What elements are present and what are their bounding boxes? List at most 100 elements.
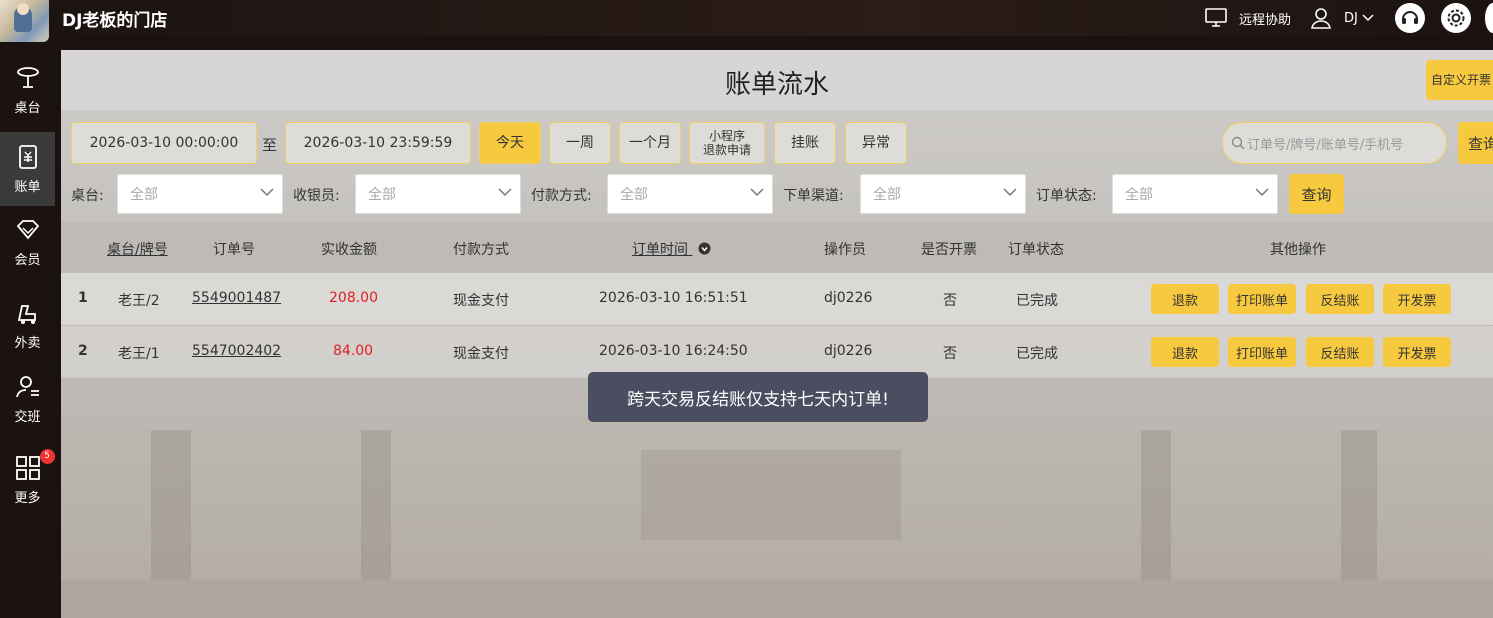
- search-input[interactable]: 订单号/牌号/账单号/手机号: [1222, 122, 1447, 164]
- monitor-icon: [1205, 8, 1227, 27]
- reverse-checkout-button[interactable]: 反结账: [1306, 337, 1374, 367]
- circle-icon: [1485, 3, 1493, 33]
- row-order-id-link[interactable]: 5547002402: [192, 343, 281, 359]
- print-bill-button[interactable]: 打印账单: [1228, 284, 1296, 314]
- row-payment: 现金支付: [453, 346, 509, 362]
- custom-invoice-button[interactable]: 自定义开票: [1426, 60, 1493, 100]
- sidebar-item-bill[interactable]: 账单: [0, 132, 55, 206]
- sidebar-label-more: 更多: [14, 490, 41, 506]
- channel-select[interactable]: 全部: [860, 174, 1026, 214]
- sidebar-label-takeout: 外卖: [14, 335, 41, 351]
- chevron-down-icon: [750, 188, 764, 197]
- quick-month-button[interactable]: 一个月: [619, 122, 681, 164]
- miniapp-label: 小程序: [708, 129, 745, 143]
- header-actions: 其他操作: [1270, 242, 1326, 258]
- page-title: 账单流水: [724, 70, 829, 100]
- row-payment: 现金支付: [453, 293, 509, 309]
- sidebar-item-table[interactable]: 桌台: [0, 53, 55, 127]
- chevron-down-icon: [260, 188, 274, 197]
- chevron-down-icon: [498, 188, 512, 197]
- sidebar-item-more[interactable]: 5 更多: [0, 443, 55, 517]
- quick-today-button[interactable]: 今天: [479, 122, 541, 164]
- quick-week-button[interactable]: 一周: [549, 122, 611, 164]
- header-order-id: 订单号: [213, 242, 255, 258]
- customer-service-button[interactable]: [1395, 0, 1425, 36]
- user-menu[interactable]: DJ: [1310, 0, 1374, 36]
- issue-invoice-button[interactable]: 开发票: [1383, 284, 1451, 314]
- header-table-number[interactable]: 桌台/牌号: [107, 239, 168, 259]
- background-scenery: [61, 430, 1493, 618]
- user-name: DJ: [1344, 10, 1358, 26]
- bill-icon: [18, 144, 37, 169]
- issue-invoice-button[interactable]: 开发票: [1383, 337, 1451, 367]
- header-status: 订单状态: [1008, 242, 1064, 258]
- status-select[interactable]: 全部: [1112, 174, 1278, 214]
- status-select-value: 全部: [1125, 187, 1153, 203]
- header-amount: 实收金额: [321, 242, 377, 258]
- sort-down-icon: [698, 242, 711, 255]
- shop-name: DJ老板的门店: [62, 11, 168, 31]
- remote-assist-label: 远程协助: [1239, 12, 1292, 28]
- remote-assist-button[interactable]: 远程协助: [1205, 0, 1291, 36]
- table-icon: [16, 66, 39, 88]
- takeout-icon: [17, 304, 36, 324]
- row-status: 已完成: [1016, 293, 1058, 309]
- cashier-select[interactable]: 全部: [355, 174, 521, 214]
- row-table: 老王/2: [118, 293, 160, 309]
- channel-select-value: 全部: [873, 187, 901, 203]
- grid-icon: [15, 455, 40, 480]
- payment-select-value: 全部: [620, 187, 648, 203]
- channel-filter-label: 下单渠道:: [783, 188, 844, 204]
- date-to-label: 至: [262, 136, 278, 154]
- headset-icon: [1395, 3, 1425, 33]
- print-bill-button[interactable]: 打印账单: [1228, 337, 1296, 367]
- row-operator: dj0226: [824, 290, 873, 306]
- reverse-checkout-button[interactable]: 反结账: [1306, 284, 1374, 314]
- shift-icon: [15, 375, 39, 397]
- miniapp-refund-button[interactable]: 小程序 退款申请: [689, 122, 765, 164]
- header-invoiced: 是否开票: [921, 242, 977, 258]
- extra-circle-button[interactable]: [1485, 0, 1493, 36]
- search-button[interactable]: 查询: [1458, 122, 1493, 164]
- main-content: 账单流水 自定义开票 2026-03-10 00:00:00 至 2026-03…: [61, 50, 1493, 618]
- table-select[interactable]: 全部: [117, 174, 283, 214]
- cashier-filter-label: 收银员:: [293, 188, 340, 204]
- header-order-time[interactable]: 订单时间: [632, 239, 711, 259]
- table-row[interactable]: 1 老王/2 5549001487 208.00 现金支付 2026-03-10…: [61, 273, 1493, 325]
- end-date-input[interactable]: 2026-03-10 23:59:59: [285, 122, 471, 164]
- top-bar: DJ老板的门店 远程协助 DJ: [0, 0, 1493, 42]
- sidebar-item-member[interactable]: 会员: [0, 205, 55, 279]
- query-button[interactable]: 查询: [1289, 174, 1344, 214]
- member-icon: [16, 219, 39, 239]
- sidebar-item-takeout[interactable]: 外卖: [0, 288, 55, 362]
- table-filter-label: 桌台:: [71, 188, 104, 204]
- row-invoiced: 否: [943, 293, 957, 309]
- refund-button[interactable]: 退款: [1151, 337, 1219, 367]
- header-payment: 付款方式: [453, 242, 509, 258]
- quick-abnormal-button[interactable]: 异常: [845, 122, 907, 164]
- row-order-id-link[interactable]: 5549001487: [192, 290, 281, 306]
- cashier-select-value: 全部: [368, 187, 396, 203]
- table-select-value: 全部: [130, 187, 158, 203]
- settings-button[interactable]: [1441, 0, 1471, 36]
- row-order-time: 2026-03-10 16:24:50: [599, 343, 748, 359]
- gear-icon: [1441, 3, 1471, 33]
- quick-credit-button[interactable]: 挂账: [774, 122, 836, 164]
- sidebar-item-shift[interactable]: 交班: [0, 362, 55, 436]
- row-invoiced: 否: [943, 346, 957, 362]
- payment-filter-label: 付款方式:: [531, 188, 592, 204]
- search-icon: [1231, 136, 1245, 150]
- refund-button[interactable]: 退款: [1151, 284, 1219, 314]
- user-icon: [1311, 8, 1331, 29]
- search-placeholder: 订单号/牌号/账单号/手机号: [1247, 137, 1404, 153]
- header-operator: 操作员: [824, 242, 866, 258]
- payment-select[interactable]: 全部: [607, 174, 773, 214]
- table-row[interactable]: 2 老王/1 5547002402 84.00 现金支付 2026-03-10 …: [61, 326, 1493, 378]
- chevron-down-icon: [1003, 188, 1017, 197]
- sidebar-label-bill: 账单: [14, 179, 41, 195]
- row-amount: 84.00: [333, 343, 374, 359]
- sidebar-label-table: 桌台: [14, 100, 41, 116]
- toast-message: 跨天交易反结账仅支持七天内订单!: [588, 372, 928, 422]
- start-date-input[interactable]: 2026-03-10 00:00:00: [71, 122, 257, 164]
- refund-request-label: 退款申请: [702, 143, 751, 157]
